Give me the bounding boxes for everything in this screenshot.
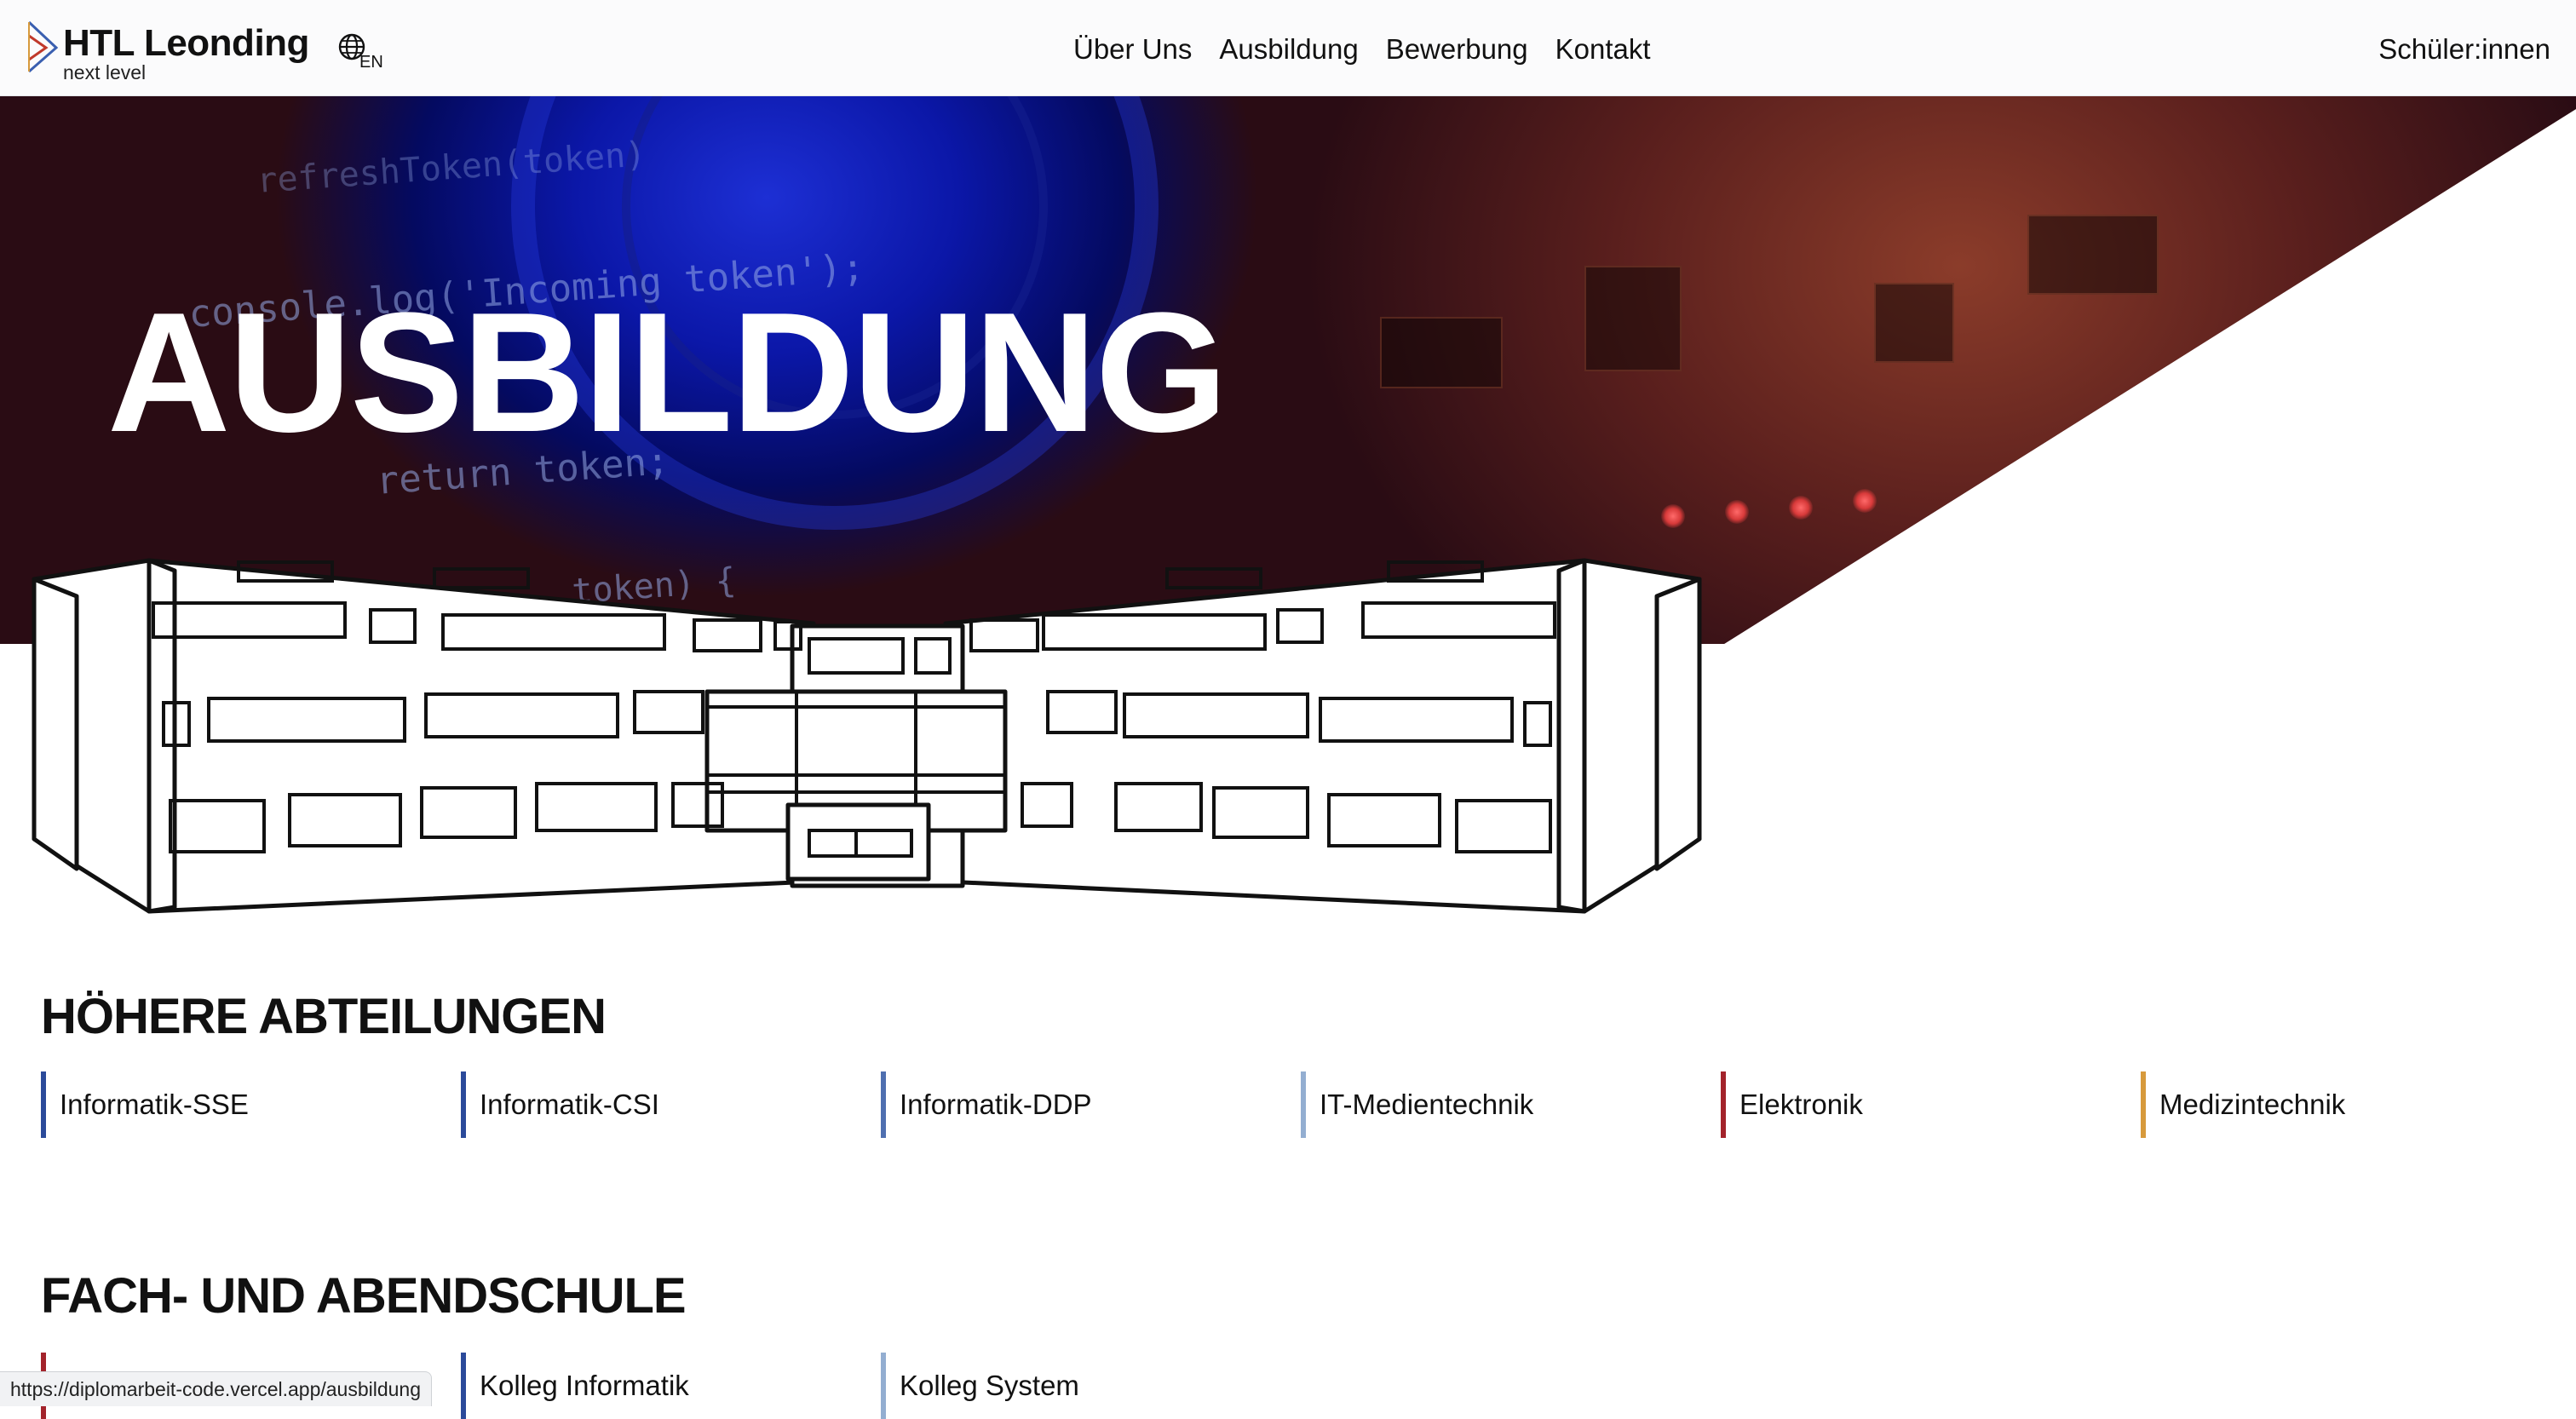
school-building-illustration (32, 558, 1702, 914)
department-link-informatik-csi[interactable]: Informatik-CSI (461, 1071, 659, 1138)
circuit-led (1725, 500, 1749, 524)
department-label: Kolleg Informatik (480, 1370, 689, 1401)
section-title-hoehere-abteilungen: HÖHERE ABTEILUNGEN (41, 989, 607, 1044)
language-switcher[interactable]: EN (337, 32, 392, 75)
logo-title: HTL Leonding (63, 22, 309, 64)
department-link-it-medientechnik[interactable]: IT-Medientechnik (1301, 1071, 1533, 1138)
section-title-fach-und-abendschule: FACH- UND ABENDSCHULE (41, 1268, 687, 1324)
nav-link-bewerbung[interactable]: Bewerbung (1386, 33, 1528, 66)
circuit-led (1789, 496, 1813, 520)
language-code: EN (359, 53, 383, 72)
circuit-led (1661, 504, 1685, 528)
department-label: Informatik-DDP (900, 1089, 1092, 1120)
department-accent-bar (881, 1071, 886, 1138)
main-nav: Über Uns Ausbildung Bewerbung Kontakt (1073, 26, 1651, 73)
link-preview-status-bar: https://diplomarbeit-code.vercel.app/aus… (0, 1371, 433, 1406)
circuit-chip (1584, 266, 1682, 371)
circuit-chip (1380, 317, 1503, 388)
circuit-chip (1874, 283, 1954, 363)
department-link-kolleg-system[interactable]: Kolleg System (881, 1353, 1079, 1419)
department-accent-bar (41, 1071, 46, 1138)
department-link-medizintechnik[interactable]: Medizintechnik (2141, 1071, 2345, 1138)
department-link-kolleg-informatik[interactable]: Kolleg Informatik (461, 1353, 689, 1419)
department-link-informatik-ddp[interactable]: Informatik-DDP (881, 1071, 1092, 1138)
department-link-elektronik[interactable]: Elektronik (1721, 1071, 1863, 1138)
department-label: Informatik-SSE (60, 1089, 249, 1120)
department-accent-bar (2141, 1071, 2146, 1138)
department-accent-bar (1301, 1071, 1306, 1138)
department-link-informatik-sse[interactable]: Informatik-SSE (41, 1071, 249, 1138)
department-accent-bar (881, 1353, 886, 1419)
department-accent-bar (461, 1071, 466, 1138)
nav-link-ueber-uns[interactable]: Über Uns (1073, 33, 1192, 66)
logo-arrow-icon (27, 20, 59, 73)
department-label: Elektronik (1739, 1089, 1863, 1120)
top-navigation-bar: HTL Leonding next level EN Über Uns Ausb… (0, 0, 2576, 96)
department-label: Informatik-CSI (480, 1089, 659, 1120)
department-accent-bar (461, 1353, 466, 1419)
circuit-led (1853, 489, 1877, 513)
site-logo[interactable]: HTL Leonding next level (26, 19, 309, 83)
nav-link-schueler-innen[interactable]: Schüler:innen (2378, 26, 2550, 73)
department-label: IT-Medientechnik (1320, 1089, 1534, 1120)
circuit-chip (2027, 215, 2159, 295)
department-label: Kolleg System (900, 1370, 1079, 1401)
department-accent-bar (1721, 1071, 1726, 1138)
page-title: AUSBILDUNG (107, 278, 1228, 468)
department-label: Medizintechnik (2159, 1089, 2346, 1120)
nav-link-ausbildung[interactable]: Ausbildung (1219, 33, 1358, 66)
logo-subtitle: next level (63, 61, 147, 83)
nav-link-kontakt[interactable]: Kontakt (1555, 33, 1651, 66)
